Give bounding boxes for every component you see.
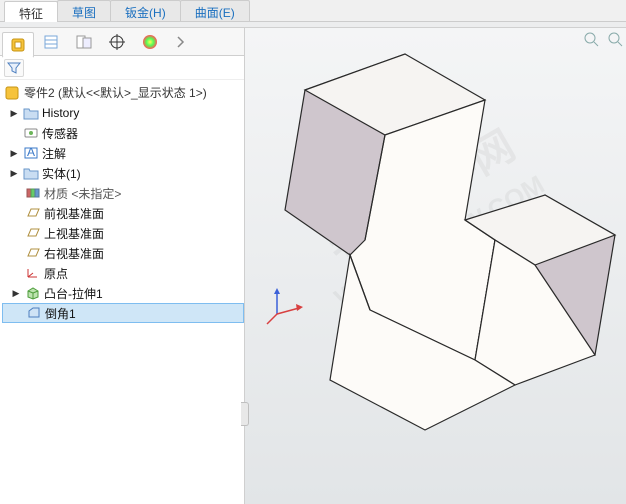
property-manager-tab[interactable]: [35, 30, 67, 54]
feature-manager-panel: 零件2 (默认<<默认>_显示状态 1>) ▶ History 传感器 ▶ A …: [0, 28, 245, 504]
tree-item-top-plane[interactable]: 上视基准面: [2, 223, 244, 243]
appearance-icon: [141, 33, 159, 51]
funnel-icon: [7, 61, 21, 75]
tree-label: 凸台-拉伸1: [44, 285, 103, 302]
tree-label: 倒角1: [45, 305, 76, 322]
tab-features[interactable]: 特征: [4, 1, 58, 22]
tree-label: History: [42, 106, 79, 120]
panel-tabs-more[interactable]: [171, 35, 191, 49]
feature-tree-icon: [9, 36, 27, 54]
folder-icon: [23, 106, 39, 120]
tree-root-label: 零件2 (默认<<默认>_显示状态 1>): [24, 84, 207, 101]
expand-toggle[interactable]: ▶: [10, 288, 22, 299]
tab-sketch[interactable]: 草图: [57, 0, 111, 21]
part-icon: [4, 85, 20, 101]
folder-icon: [23, 166, 39, 180]
feature-tree-tab[interactable]: [2, 32, 34, 58]
tree-item-right-plane[interactable]: 右视基准面: [2, 243, 244, 263]
model-solid: [275, 40, 625, 480]
tree-label: 传感器: [42, 125, 78, 142]
configuration-icon: [75, 33, 93, 51]
tree-label: 实体(1): [42, 165, 81, 182]
extrude-icon: [25, 286, 41, 300]
tree-filter-row: [0, 56, 244, 80]
plane-icon: [25, 246, 41, 260]
annotation-icon: A: [23, 146, 39, 160]
tree-item-front-plane[interactable]: 前视基准面: [2, 203, 244, 223]
property-manager-icon: [42, 33, 60, 51]
plane-icon: [25, 226, 41, 240]
tree-label: 原点: [44, 265, 68, 282]
plane-icon: [25, 206, 41, 220]
tree-item-history[interactable]: ▶ History: [2, 103, 244, 123]
tree-item-sensors[interactable]: 传感器: [2, 123, 244, 143]
panel-splitter-handle[interactable]: [241, 402, 249, 426]
feature-tree[interactable]: 零件2 (默认<<默认>_显示状态 1>) ▶ History 传感器 ▶ A …: [0, 80, 244, 504]
tree-item-chamfer[interactable]: 倒角1: [2, 303, 244, 323]
tree-label: 前视基准面: [44, 205, 104, 222]
origin-icon: [25, 266, 41, 280]
appearance-tab[interactable]: [134, 30, 166, 54]
tree-item-material[interactable]: 材质 <未指定>: [2, 183, 244, 203]
chevron-right-icon: [176, 35, 186, 49]
tree-root[interactable]: 零件2 (默认<<默认>_显示状态 1>): [2, 82, 244, 103]
tree-label: 材质 <未指定>: [44, 185, 121, 202]
tree-label: 上视基准面: [44, 225, 104, 242]
sensor-icon: [23, 126, 39, 140]
main-split: 零件2 (默认<<默认>_显示状态 1>) ▶ History 传感器 ▶ A …: [0, 28, 626, 504]
expand-toggle[interactable]: ▶: [8, 108, 20, 119]
dimxpert-tab[interactable]: [101, 30, 133, 54]
dimxpert-icon: [108, 33, 126, 51]
panel-tab-strip: [0, 28, 244, 56]
tree-item-extrude[interactable]: ▶ 凸台-拉伸1: [2, 283, 244, 303]
chamfer-icon: [26, 306, 42, 320]
tab-sheetmetal[interactable]: 钣金(H): [110, 0, 181, 21]
expand-toggle[interactable]: ▶: [8, 148, 20, 159]
configuration-tab[interactable]: [68, 30, 100, 54]
expand-toggle[interactable]: ▶: [8, 168, 20, 179]
tree-item-origin[interactable]: 原点: [2, 263, 244, 283]
tree-label: 右视基准面: [44, 245, 104, 262]
material-icon: [25, 186, 41, 200]
tab-surface[interactable]: 曲面(E): [180, 0, 250, 21]
graphics-viewport[interactable]: 软件自学网 WWW.RJZXW.COM: [245, 28, 626, 504]
command-tabs: 特征 草图 钣金(H) 曲面(E): [0, 0, 626, 22]
tree-item-annotations[interactable]: ▶ A 注解: [2, 143, 244, 163]
tree-filter-button[interactable]: [4, 59, 24, 77]
tree-item-bodies[interactable]: ▶ 实体(1): [2, 163, 244, 183]
tree-label: 注解: [42, 145, 66, 162]
svg-text:A: A: [27, 146, 35, 159]
